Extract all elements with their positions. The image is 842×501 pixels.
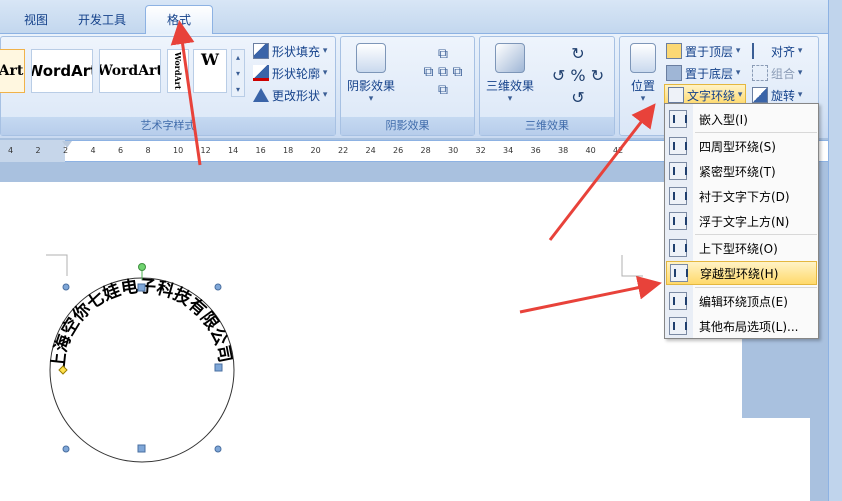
arrow-to-text-wrap: [548, 103, 656, 241]
arrow-to-format-tab: [170, 20, 202, 166]
arrow-to-through-wrap: [519, 275, 662, 314]
annotation-arrows: [170, 20, 662, 314]
